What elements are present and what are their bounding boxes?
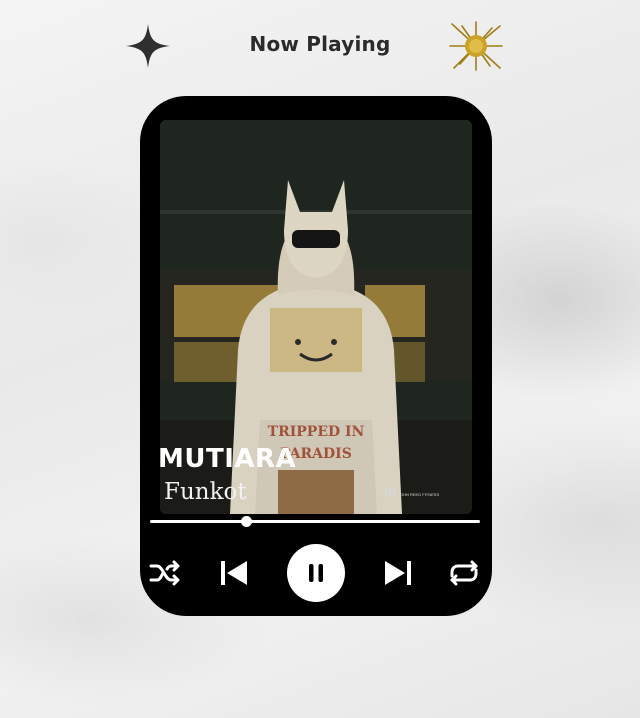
header: Now Playing xyxy=(0,18,640,74)
playback-controls xyxy=(140,542,492,606)
pause-button[interactable] xyxy=(287,544,345,602)
next-button[interactable] xyxy=(380,556,418,590)
shuffle-button[interactable] xyxy=(148,556,184,590)
music-player-card: TRIPPED IN PARADIS JR JOHN REED FITNESS … xyxy=(140,96,492,616)
pause-icon xyxy=(309,564,323,582)
repeat-icon xyxy=(450,560,478,586)
shuffle-icon xyxy=(149,560,180,586)
repeat-button[interactable] xyxy=(444,556,484,590)
progress-track[interactable] xyxy=(150,520,480,523)
cover-logo: JR xyxy=(382,487,396,499)
hoodie-text-1: TRIPPED IN xyxy=(268,424,365,440)
next-icon xyxy=(385,561,411,585)
progress-bar[interactable] xyxy=(150,516,480,528)
track-artist: Funkot xyxy=(164,479,247,505)
previous-button[interactable] xyxy=(214,556,252,590)
page-title: Now Playing xyxy=(249,32,391,56)
progress-knob[interactable] xyxy=(240,516,252,527)
previous-icon xyxy=(221,561,247,585)
track-title: MUTIARA xyxy=(158,444,297,474)
sunburst-icon xyxy=(449,21,503,71)
cover-logo-subtext: JOHN REED FITNESS xyxy=(398,492,439,497)
